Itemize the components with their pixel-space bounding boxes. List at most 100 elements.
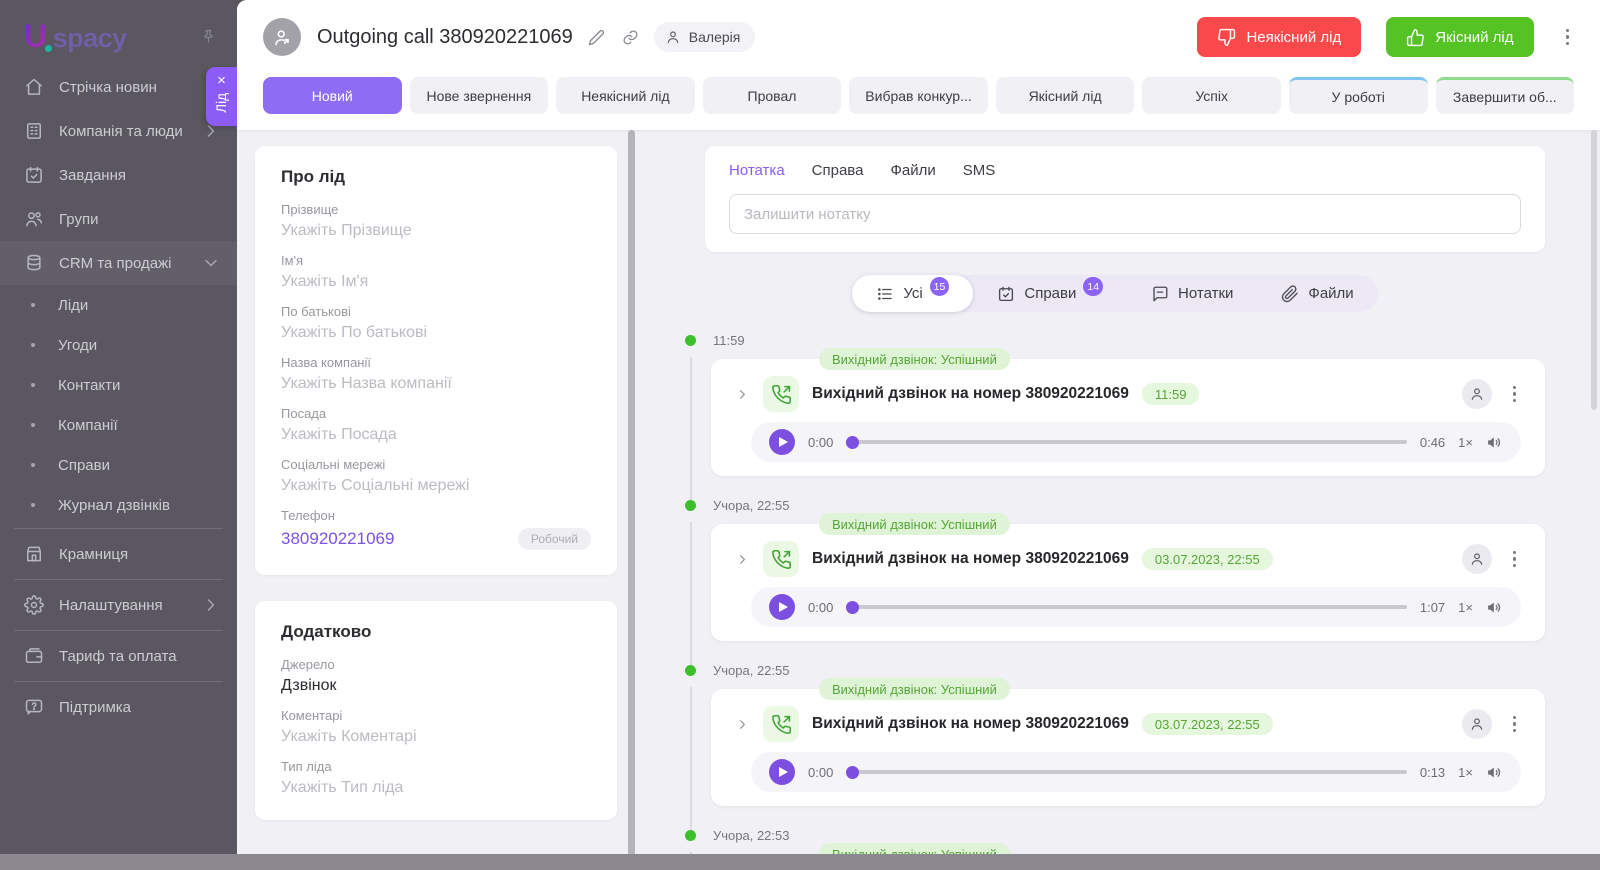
volume-icon[interactable]	[1486, 599, 1503, 616]
expand-call-icon[interactable]	[735, 552, 750, 567]
note-input[interactable]	[729, 194, 1521, 234]
volume-icon[interactable]	[1486, 764, 1503, 781]
sidebar-item-marketplace[interactable]: Крамниця	[0, 532, 237, 576]
playback-speed[interactable]: 1×	[1458, 600, 1473, 615]
sidebar-item-support[interactable]: Підтримка	[0, 685, 237, 729]
sidebar-subitem-label: Справи	[58, 456, 110, 474]
app-window: Uspacy Стрічка новин Компанія та люди За…	[0, 0, 1600, 870]
close-icon[interactable]: ×	[217, 73, 226, 88]
tab-files[interactable]: Файли	[890, 159, 935, 182]
field-placeholder[interactable]: Укажіть Тип ліда	[281, 779, 591, 797]
activity-scrollbar[interactable]	[1591, 130, 1597, 410]
field-position: Посада Укажіть Посада	[281, 406, 591, 444]
call-more-menu[interactable]	[1508, 546, 1522, 573]
copy-link-icon[interactable]	[620, 27, 641, 48]
playback-speed[interactable]: 1×	[1458, 435, 1473, 450]
sidebar-item-label: Завдання	[59, 166, 126, 184]
stage-bad-lead[interactable]: Неякісний лід	[556, 77, 695, 114]
field-value[interactable]: Дзвінок	[281, 677, 591, 695]
gear-icon	[24, 595, 44, 615]
tab-activity[interactable]: Справа	[812, 159, 864, 182]
volume-icon[interactable]	[1486, 434, 1503, 451]
sidebar-item-company-people[interactable]: Компанія та люди	[0, 109, 237, 153]
phone-number-link[interactable]: 380920221069	[281, 529, 394, 549]
sidebar-subitem-contacts[interactable]: Контакти	[0, 365, 237, 405]
player-duration: 0:13	[1419, 764, 1446, 780]
stage-success[interactable]: Успіх	[1142, 77, 1281, 114]
field-placeholder[interactable]: Укажіть Коментарі	[281, 728, 591, 746]
stage-new-request[interactable]: Нове звернення	[409, 77, 549, 114]
player-track[interactable]	[846, 435, 1407, 449]
player-track[interactable]	[846, 765, 1407, 779]
stage-in-progress[interactable]: У роботі	[1288, 77, 1428, 114]
sidebar: Uspacy Стрічка новин Компанія та люди За…	[0, 0, 237, 870]
sidebar-item-tasks[interactable]: Завдання	[0, 153, 237, 197]
edit-title-icon[interactable]	[586, 27, 607, 48]
play-button[interactable]	[769, 429, 795, 455]
sidebar-item-label: Компанія та люди	[59, 122, 183, 140]
field-placeholder[interactable]: Укажіть Прізвище	[281, 222, 591, 240]
timeline-time: Учора, 22:55	[713, 498, 790, 513]
sidebar-subitem-companies[interactable]: Компанії	[0, 405, 237, 445]
pin-sidebar-icon[interactable]	[198, 26, 219, 47]
lead-slideover-tab[interactable]: × Лід	[206, 67, 237, 126]
player-thumb[interactable]	[846, 765, 860, 779]
sidebar-item-groups[interactable]: Групи	[0, 197, 237, 241]
timeline-dot	[685, 665, 696, 676]
users-icon	[26, 212, 43, 227]
expand-call-icon[interactable]	[735, 717, 750, 732]
call-owner-avatar[interactable]	[1461, 379, 1492, 409]
call-more-menu[interactable]	[1508, 711, 1522, 738]
field-placeholder[interactable]: Укажіть Посада	[281, 426, 591, 444]
filter-label: Справи	[1024, 285, 1077, 302]
player-thumb[interactable]	[846, 600, 860, 614]
field-placeholder[interactable]: Укажіть Ім'я	[281, 273, 591, 291]
stage-good-lead[interactable]: Якісний лід	[995, 77, 1135, 114]
stage-new[interactable]: Новий	[263, 77, 402, 114]
playback-speed[interactable]: 1×	[1458, 765, 1473, 780]
reject-lead-button[interactable]: Неякісний лід	[1197, 17, 1362, 57]
stage-finish[interactable]: Завершити об...	[1435, 77, 1575, 114]
stage-fail[interactable]: Провал	[702, 77, 842, 114]
sidebar-subitem-deals[interactable]: Угоди	[0, 325, 237, 365]
filter-activities[interactable]: Справи 14	[973, 275, 1127, 312]
details-scrollbar[interactable]	[628, 130, 635, 870]
expand-call-icon[interactable]	[735, 387, 750, 402]
tab-sms[interactable]: SMS	[963, 159, 996, 182]
player-track[interactable]	[846, 600, 1407, 614]
filter-files[interactable]: Файли	[1257, 275, 1377, 312]
stage-chose-competitor[interactable]: Вибрав конкур...	[849, 77, 988, 114]
lead-avatar	[263, 18, 301, 56]
call-more-menu[interactable]	[1508, 381, 1522, 408]
play-button[interactable]	[769, 759, 795, 785]
approve-lead-button[interactable]: Якісний лід	[1386, 17, 1534, 57]
activity-filter-wrap: Усі 15 Справи 14 Нотатки Файли	[685, 275, 1545, 312]
sidebar-item-settings[interactable]: Налаштування	[0, 583, 237, 627]
call-owner-avatar[interactable]	[1461, 709, 1492, 739]
sidebar-item-billing[interactable]: Тариф та оплата	[0, 634, 237, 678]
uspacy-logo[interactable]: Uspacy	[24, 18, 127, 55]
call-card: Вихідний дзвінок: Успішний Вихідний дзві…	[711, 513, 1545, 641]
call-status-badge: Вихідний дзвінок: Успішний	[819, 513, 1010, 535]
field-placeholder[interactable]: Укажіть Соціальні мережі	[281, 477, 591, 495]
field-label: Коментарі	[281, 708, 343, 723]
player-thumb[interactable]	[846, 435, 860, 449]
owner-chip[interactable]: Валерія	[653, 22, 756, 52]
filter-all[interactable]: Усі 15	[852, 275, 974, 312]
audio-player: 0:00 1:07 1×	[751, 587, 1521, 627]
sidebar-subitem-activities[interactable]: Справи	[0, 445, 237, 485]
field-placeholder[interactable]: Укажіть Назва компанії	[281, 375, 591, 393]
field-placeholder[interactable]: Укажіть По батькові	[281, 324, 591, 342]
header-more-menu[interactable]	[1561, 24, 1575, 51]
sidebar-subitem-leads[interactable]: Ліди	[0, 285, 237, 325]
sidebar-subitem-call-log[interactable]: Журнал дзвінків	[0, 485, 237, 525]
outgoing-call-icon	[763, 376, 799, 412]
tab-note[interactable]: Нотатка	[729, 159, 785, 182]
filter-notes[interactable]: Нотатки	[1127, 275, 1257, 312]
play-button[interactable]	[769, 594, 795, 620]
call-owner-avatar[interactable]	[1461, 544, 1492, 574]
sidebar-item-newsfeed[interactable]: Стрічка новин	[0, 65, 237, 109]
store-icon	[27, 546, 41, 562]
sidebar-item-crm[interactable]: CRM та продажі	[0, 241, 237, 285]
call-card: Вихідний дзвінок: Успішний Вихідний дзві…	[711, 348, 1545, 476]
